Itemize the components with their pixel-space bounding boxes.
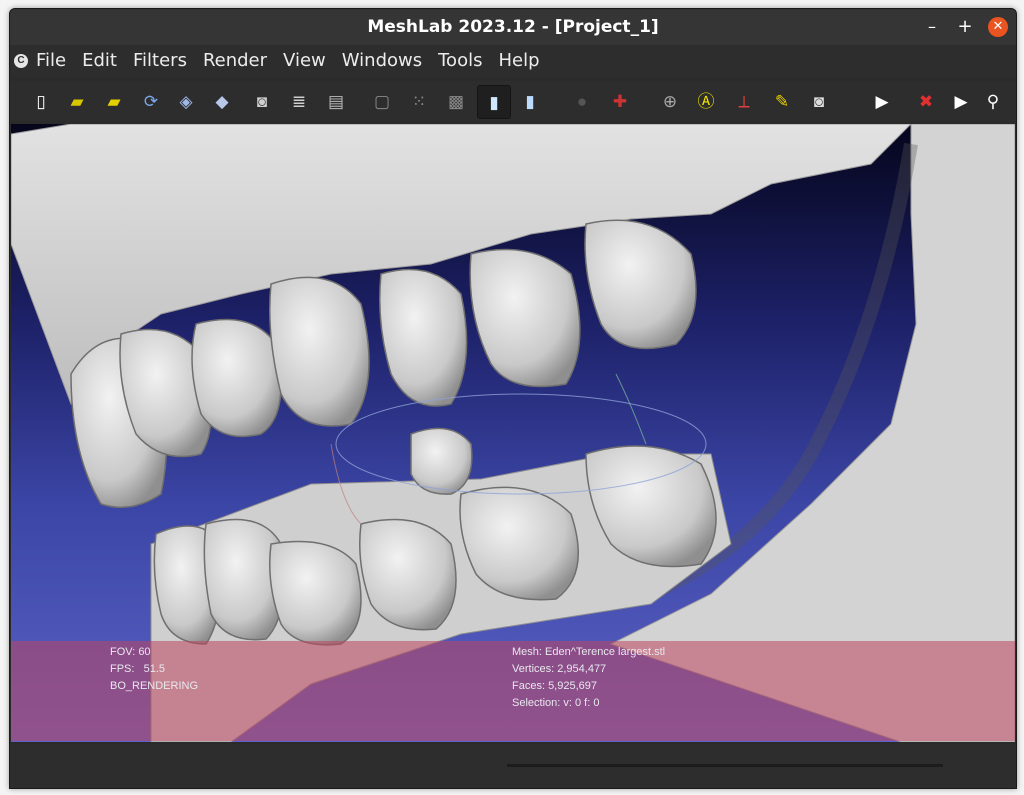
main-toolbar: ▯ ▰ ▰ ⟳ ◈ ◆ ◙ ≣ ▤ ▢ ⁙ ▩ ▮ ▮ ● ✚ ⊕ Ⓐ ⟂ ✎ ◙ ▶ ✖ ▶ ⚲ bbox=[10, 81, 1016, 121]
menu-view[interactable]: View bbox=[275, 45, 334, 77]
info-overlay: FOV: 60 FPS: 51.5 BO_RENDERING Mesh: Ede… bbox=[11, 641, 1015, 741]
3d-viewport[interactable]: FOV: 60 FPS: 51.5 BO_RENDERING Mesh: Ede… bbox=[11, 124, 1015, 742]
menu-windows[interactable]: Windows bbox=[334, 45, 430, 77]
next-icon[interactable]: ▶ bbox=[946, 86, 976, 116]
fov-readout: FOV: 60 bbox=[110, 646, 151, 658]
lower-teeth bbox=[153, 427, 717, 646]
mesh-name-readout: Mesh: Eden^Terence largest.stl bbox=[512, 646, 666, 658]
vertex-count-readout: Vertices: 2,954,477 bbox=[512, 663, 607, 675]
grid-icon[interactable]: ⊕ bbox=[655, 86, 685, 116]
window-title: MeshLab 2023.12 - [Project_1] bbox=[367, 17, 659, 37]
wireframe-icon[interactable]: ▩ bbox=[441, 86, 471, 116]
delete-icon[interactable]: ✖ bbox=[911, 86, 941, 116]
status-bar bbox=[10, 744, 1016, 788]
trackball-icon[interactable]: ● bbox=[567, 86, 597, 116]
reload-icon[interactable]: ⟳ bbox=[136, 86, 166, 116]
raster-icon[interactable]: ▤ bbox=[321, 86, 351, 116]
points-icon[interactable]: ⁙ bbox=[404, 86, 434, 116]
annotation-icon[interactable]: Ⓐ bbox=[691, 86, 721, 116]
bounding-box-icon[interactable]: ▢ bbox=[367, 86, 397, 116]
smooth-shading-icon[interactable]: ▮ bbox=[515, 86, 545, 116]
axes-icon[interactable]: ✚ bbox=[605, 86, 635, 116]
fps-readout: FPS: 51.5 bbox=[110, 663, 166, 675]
menu-edit[interactable]: Edit bbox=[74, 45, 125, 77]
menu-render[interactable]: Render bbox=[195, 45, 275, 77]
new-project-icon[interactable]: ▯ bbox=[26, 86, 56, 116]
menu-filters[interactable]: Filters bbox=[125, 45, 195, 77]
measure-tool-icon[interactable]: ⟂ bbox=[729, 86, 759, 116]
title-bar[interactable]: MeshLab 2023.12 - [Project_1] – + ✕ bbox=[10, 9, 1016, 45]
play-icon[interactable]: ▶ bbox=[867, 86, 897, 116]
app-menu-icon[interactable]: C bbox=[14, 54, 28, 68]
import-mesh-icon[interactable]: ▰ bbox=[99, 86, 129, 116]
paint-tool-icon[interactable]: ✎ bbox=[767, 86, 797, 116]
layers-icon[interactable]: ◆ bbox=[207, 86, 237, 116]
raster-stack-icon[interactable]: ≣ bbox=[284, 86, 314, 116]
render-mode-readout: BO_RENDERING bbox=[110, 680, 199, 692]
close-button[interactable]: ✕ bbox=[988, 17, 1008, 37]
menu-help[interactable]: Help bbox=[490, 45, 547, 77]
face-count-readout: Faces: 5,925,697 bbox=[512, 680, 598, 692]
menu-items: File Edit Filters Render View Windows To… bbox=[28, 45, 548, 77]
flat-shading-icon[interactable]: ▮ bbox=[477, 85, 511, 119]
export-mesh-icon[interactable]: ◈ bbox=[171, 86, 201, 116]
minimize-button[interactable]: – bbox=[922, 17, 942, 37]
snapshot-icon[interactable]: ◙ bbox=[247, 86, 277, 116]
menu-tools[interactable]: Tools bbox=[430, 45, 490, 77]
menu-file[interactable]: File bbox=[28, 45, 74, 77]
maximize-button[interactable]: + bbox=[955, 17, 975, 37]
meshlab-window: MeshLab 2023.12 - [Project_1] – + ✕ C Fi… bbox=[9, 8, 1017, 789]
selection-readout: Selection: v: 0 f: 0 bbox=[512, 697, 600, 709]
menu-bar: C File Edit Filters Render View Windows … bbox=[10, 45, 1016, 94]
open-project-icon[interactable]: ▰ bbox=[62, 86, 92, 116]
search-icon[interactable]: ⚲ bbox=[978, 86, 1008, 116]
camera-icon[interactable]: ◙ bbox=[804, 86, 834, 116]
progress-bar bbox=[507, 764, 943, 767]
